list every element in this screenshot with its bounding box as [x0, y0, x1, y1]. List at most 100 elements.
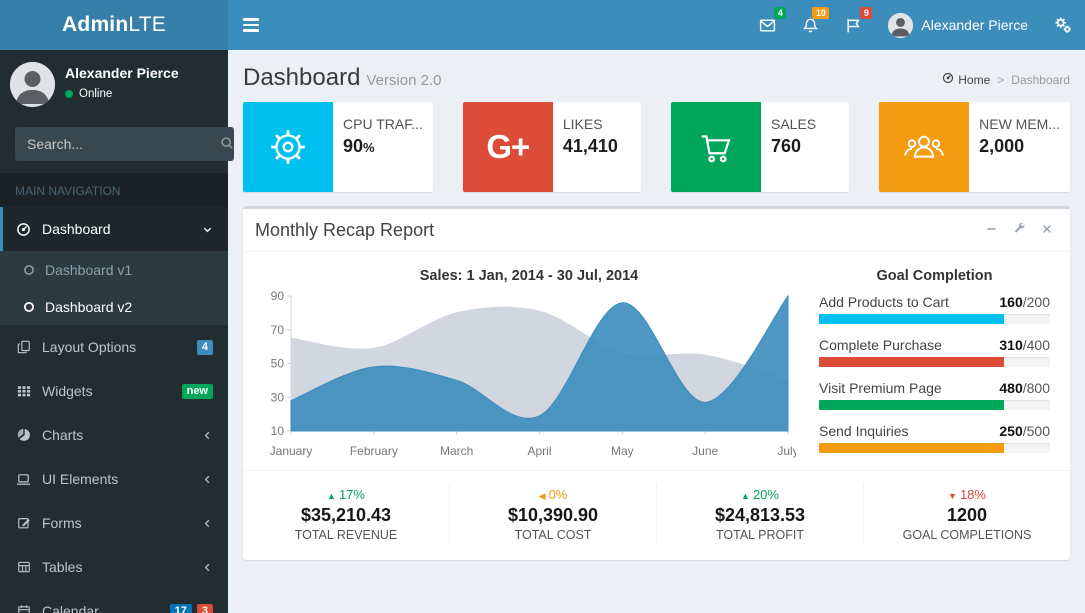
- progress-group-add-to-cart: Add Products to Cart 160/200: [819, 294, 1050, 324]
- progress-label: Complete Purchase: [819, 337, 942, 353]
- chart-title: Sales: 1 Jan, 2014 - 30 Jul, 2014: [261, 268, 797, 284]
- progress-number: 160/200: [999, 294, 1050, 310]
- progress-label: Send Inquiries: [819, 423, 909, 439]
- box-title: Monthly Recap Report: [255, 220, 434, 241]
- sidebar-menu: Dashboard Dashboard v1: [0, 207, 228, 613]
- sidebar-item-dashboard[interactable]: Dashboard: [0, 207, 228, 251]
- goals-title: Goal Completion: [819, 268, 1050, 284]
- brand-light: LTE: [128, 13, 166, 37]
- caret-up-icon: [741, 487, 750, 502]
- sidebar-user-name: Alexander Pierce: [65, 65, 179, 81]
- sidebar-section-header: MAIN NAVIGATION: [0, 173, 228, 207]
- info-box-new-members: NEW MEM... 2,000: [879, 102, 1070, 192]
- sidebar-item-label: Calendar: [42, 603, 99, 613]
- info-box-value: 41,410: [563, 136, 631, 157]
- gear-icon: [243, 102, 333, 192]
- sidebar-item-layout-options[interactable]: Layout Options 4: [0, 325, 228, 369]
- sales-area-chart: 1030507090JanuaryFebruaryMarchAprilMayJu…: [261, 288, 797, 463]
- top-navbar: AdminLTE 4 10: [0, 0, 1085, 50]
- page-title: DashboardVersion 2.0: [243, 64, 441, 91]
- svg-text:June: June: [692, 444, 718, 458]
- content-area: DashboardVersion 2.0 Home > Dashboard CP…: [228, 50, 1085, 613]
- user-status-label: Online: [79, 88, 112, 100]
- dashboard-icon: [15, 222, 32, 237]
- breadcrumb-current: Dashboard: [1011, 73, 1070, 87]
- stat-total-cost: 0% $10,390.90 TOTAL COST: [450, 483, 657, 546]
- info-box-value: 2,000: [979, 136, 1060, 157]
- breadcrumb: Home > Dashboard: [942, 72, 1070, 87]
- close-button[interactable]: [1036, 219, 1058, 241]
- svg-text:February: February: [350, 444, 398, 458]
- sidebar-toggle-button[interactable]: [228, 0, 274, 50]
- progress-track: [819, 357, 1050, 367]
- sidebar-item-ui-elements[interactable]: UI Elements: [0, 457, 228, 501]
- breadcrumb-separator: >: [997, 73, 1004, 87]
- table-icon: [15, 560, 32, 574]
- gears-icon: [1054, 16, 1072, 34]
- notifications-menu[interactable]: 10: [789, 0, 832, 50]
- svg-text:July: July: [777, 444, 796, 458]
- user-avatar: [888, 13, 913, 38]
- chevron-left-icon: [202, 562, 213, 573]
- svg-text:10: 10: [271, 424, 285, 438]
- sidebar-item-dashboard-v2[interactable]: Dashboard v2: [0, 288, 228, 325]
- stat-label: TOTAL COST: [456, 528, 650, 542]
- page-subtitle: Version 2.0: [366, 72, 441, 89]
- stat-label: TOTAL REVENUE: [249, 528, 443, 542]
- sidebar-item-label: UI Elements: [42, 471, 118, 487]
- chevron-left-icon: [202, 474, 213, 485]
- brand-logo[interactable]: AdminLTE: [0, 0, 228, 50]
- control-sidebar-toggle[interactable]: [1041, 0, 1085, 50]
- progress-track: [819, 314, 1050, 324]
- stat-value: $10,390.90: [456, 505, 650, 526]
- svg-text:70: 70: [271, 323, 285, 337]
- sidebar-item-charts[interactable]: Charts: [0, 413, 228, 457]
- sidebar-item-tables[interactable]: Tables: [0, 545, 228, 589]
- sidebar-user-avatar: [10, 62, 55, 107]
- tasks-menu[interactable]: 9: [832, 0, 875, 50]
- info-boxes-row: CPU TRAF... 90% LIKES 41,410 SALES 760: [228, 102, 1085, 192]
- stat-total-profit: 20% $24,813.53 TOTAL PROFIT: [657, 483, 864, 546]
- notifications-badge: 10: [812, 7, 829, 19]
- envelope-icon: [759, 17, 776, 34]
- user-status[interactable]: Online: [65, 88, 179, 100]
- files-icon: [15, 340, 32, 354]
- grid-icon: [15, 384, 32, 398]
- stat-goal-completions: 18% 1200 GOAL COMPLETIONS: [864, 483, 1070, 546]
- collapse-button[interactable]: [980, 219, 1002, 241]
- chevron-down-icon: [202, 224, 213, 235]
- online-status-icon: [65, 90, 73, 98]
- breadcrumb-home-link[interactable]: Home: [942, 72, 990, 87]
- calendar-badge-blue: 17: [170, 604, 192, 613]
- navbar: 4 10 9: [228, 0, 1085, 50]
- sidebar-item-widgets[interactable]: Widgets new: [0, 369, 228, 413]
- stat-value: $24,813.53: [663, 505, 857, 526]
- chevron-left-icon: [202, 518, 213, 529]
- search-button[interactable]: [220, 127, 234, 161]
- settings-button[interactable]: [1008, 219, 1030, 241]
- progress-bar: [819, 314, 1004, 324]
- sidebar-user-panel: Alexander Pierce Online: [0, 50, 228, 119]
- info-box-label: NEW MEM...: [979, 116, 1060, 132]
- progress-group-send-inquiries: Send Inquiries 250/500: [819, 423, 1050, 453]
- sidebar-item-dashboard-v1[interactable]: Dashboard v1: [0, 251, 228, 288]
- user-menu[interactable]: Alexander Pierce: [875, 0, 1041, 50]
- info-box-value: 90%: [343, 136, 423, 157]
- messages-menu[interactable]: 4: [746, 0, 789, 50]
- widgets-badge: new: [182, 384, 213, 399]
- sidebar-item-label: Tables: [42, 559, 82, 575]
- search-input[interactable]: [15, 127, 220, 161]
- info-box-likes: LIKES 41,410: [463, 102, 641, 192]
- user-name: Alexander Pierce: [921, 17, 1028, 33]
- sidebar-item-label: Dashboard v1: [45, 262, 132, 278]
- progress-number: 310/400: [999, 337, 1050, 353]
- sidebar-item-calendar[interactable]: Calendar 17 3: [0, 589, 228, 613]
- svg-text:March: March: [440, 444, 473, 458]
- svg-text:90: 90: [271, 289, 285, 303]
- stat-total-revenue: 17% $35,210.43 TOTAL REVENUE: [243, 483, 450, 546]
- laptop-icon: [15, 472, 32, 487]
- sidebar-item-forms[interactable]: Forms: [0, 501, 228, 545]
- progress-track: [819, 443, 1050, 453]
- progress-bar: [819, 400, 1004, 410]
- cart-icon: [671, 102, 761, 192]
